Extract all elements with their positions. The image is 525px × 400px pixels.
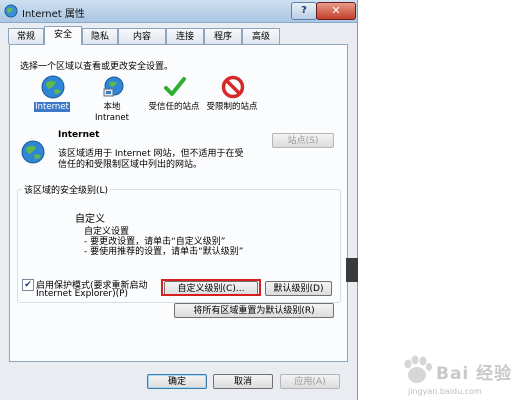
selected-zone-title: Internet (58, 130, 100, 140)
scrollbar-thumb[interactable] (346, 258, 358, 282)
watermark-brand: Bai 经验 (436, 364, 513, 384)
baidu-watermark: Bai 经验 jingyan.baidu.com (400, 351, 525, 400)
tab-general[interactable]: 常规 (8, 28, 44, 44)
tab-advanced[interactable]: 高级 (242, 28, 280, 44)
protected-mode-checkbox[interactable]: ✔ (22, 279, 34, 291)
window-title: Internet 属性 (22, 9, 85, 20)
custom-level-title: 自定义 (75, 214, 105, 225)
watermark-url: jingyan.baidu.com (408, 387, 482, 396)
highlight-box (161, 279, 261, 296)
paw-logo-icon (404, 355, 432, 383)
default-level-button[interactable]: 默认级别(D) (265, 281, 332, 296)
ok-button[interactable]: 确定 (147, 374, 207, 389)
help-button[interactable]: ? (291, 2, 317, 20)
custom-level-text: - 要使用推荐的设置，请单击“默认级别” (84, 247, 244, 257)
apply-button[interactable]: 应用(A) (280, 374, 340, 389)
sites-button[interactable]: 站点(S) (272, 133, 334, 148)
zone-local-intranet[interactable]: 本地 Intranet (77, 75, 147, 123)
tab-programs[interactable]: 程序 (204, 28, 242, 44)
cancel-button[interactable]: 取消 (213, 374, 273, 389)
zone-instruction: 选择一个区域以查看或更改安全设置。 (20, 62, 174, 72)
title-bar[interactable]: Internet 属性 ? ✕ (0, 0, 357, 23)
tab-security[interactable]: 安全 (44, 26, 82, 45)
tab-content[interactable]: 内容 (118, 28, 166, 44)
internet-properties-dialog: Internet 属性 ? ✕ 常规 安全 隐私 内容 连接 程序 高级 选择一… (0, 0, 358, 400)
zone-restricted-sites[interactable]: 受限制的站点 (197, 75, 267, 123)
ie-globe-icon (4, 4, 18, 18)
security-level-group-label: 该区域的安全级别(L) (22, 183, 111, 196)
tab-connections[interactable]: 连接 (166, 28, 204, 44)
checkmark-icon (164, 77, 186, 96)
selected-zone-globe-icon (21, 140, 45, 164)
zone-label: 本地 Intranet (95, 102, 129, 123)
dialog-footer: 确定 取消 应用(A) (0, 366, 357, 400)
close-button[interactable]: ✕ (316, 2, 356, 20)
zone-label: Internet (34, 102, 70, 112)
protected-mode-label: Internet Explorer)(P) (36, 289, 129, 299)
no-entry-icon (221, 75, 245, 99)
globe-icon (41, 75, 65, 99)
selected-zone-description: 信任的和受限制区域中列出的网站。 (58, 160, 203, 170)
zone-label: 受限制的站点 (206, 102, 258, 112)
tab-privacy[interactable]: 隐私 (82, 28, 118, 44)
intranet-icon (103, 76, 124, 97)
reset-all-zones-button[interactable]: 将所有区域重置为默认级别(R) (174, 303, 334, 318)
